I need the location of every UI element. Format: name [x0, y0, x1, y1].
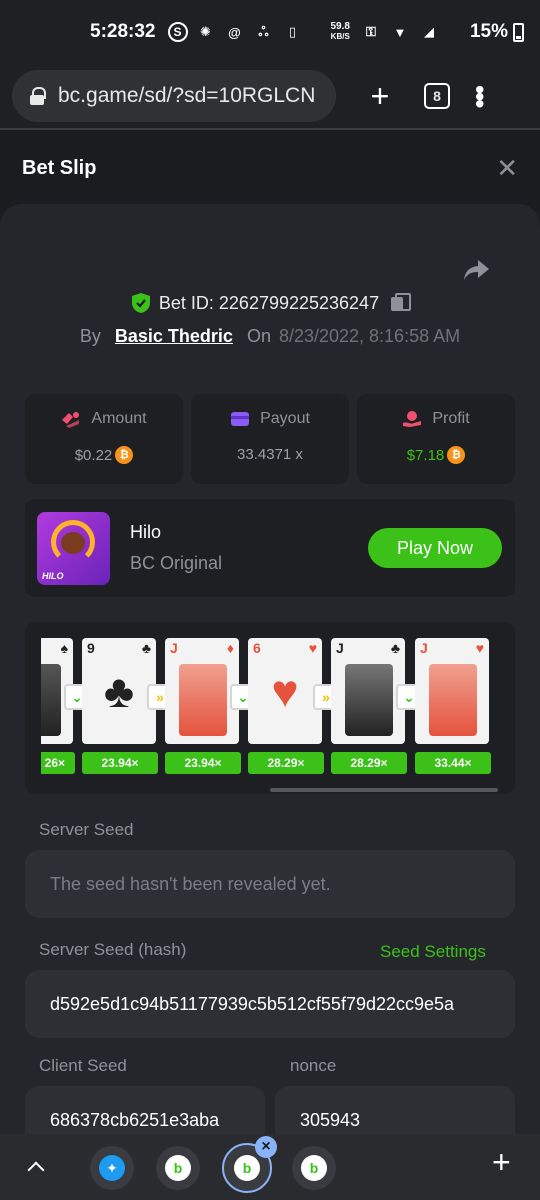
user-link[interactable]: Basic Thedric [115, 326, 233, 347]
bet-id: Bet ID: 2262799225236247 [158, 292, 380, 313]
playing-card: 9 ♣ ♣ [82, 638, 156, 744]
game-provider: BC Original [130, 553, 223, 573]
game-name: Hilo [130, 522, 162, 542]
amount-value: $0.22 [74, 446, 113, 464]
twitter-icon: ✦ [99, 1155, 125, 1181]
bet-slip-header: Bet Slip ✕ [0, 132, 540, 204]
profit-value: $7.18 [406, 446, 445, 464]
multiplier-badge: 28.29× [248, 752, 324, 774]
playing-card: J ♣ [331, 638, 405, 744]
nonce-field[interactable]: 305943 [275, 1086, 515, 1134]
server-seed-hash-field[interactable]: d592e5d1c94b51177939c5b512cf55f79d22cc9e… [25, 970, 515, 1038]
wifi-icon: ▼ [393, 24, 407, 40]
tab-bcgame[interactable]: b [156, 1146, 200, 1190]
playing-card: J ♦ [165, 638, 239, 744]
clock: 5:28:32 [90, 21, 156, 42]
amount-stat: Amount $0.22 ₿ [25, 394, 183, 484]
btc-coin-icon: ₿ [115, 446, 134, 464]
bet-slip-panel: Bet ID: 2262799225236247 By Basic Thedri… [0, 204, 540, 1134]
profit-stat: Profit $7.18 ₿ [357, 394, 515, 484]
playing-card: J ♥ [415, 638, 489, 744]
page-title: Bet Slip [22, 156, 97, 179]
seed-settings-link[interactable]: Seed Settings [380, 942, 486, 962]
hilo-thumbnail[interactable]: HILO [37, 511, 110, 585]
by-label: By [79, 326, 101, 346]
multiplier-badge: 23.94× [82, 752, 158, 774]
bet-id-row: Bet ID: 2262799225236247 [0, 292, 540, 314]
profit-icon [403, 411, 422, 427]
shield-check-icon [131, 293, 150, 313]
bet-stats: Amount $0.22 ₿ Payout 33.4371 x Profit $… [25, 394, 515, 484]
payout-label: Payout [260, 410, 310, 427]
multiplier-badge: 26× [41, 752, 75, 774]
server-seed-field[interactable]: The seed hasn't been revealed yet. [25, 850, 515, 918]
multiplier-badge: 28.29× [331, 752, 407, 774]
lock-icon [30, 87, 46, 105]
wallet-icon [231, 412, 250, 426]
sync-icon: ✺ [200, 24, 211, 39]
clip-icon: @ [228, 24, 241, 40]
skype-icon: S [167, 22, 188, 42]
key-icon: ⚿ [366, 24, 376, 39]
hidden-icon: ஃ [258, 23, 269, 39]
server-seed-label: Server Seed [39, 820, 134, 839]
copy-icon[interactable] [391, 293, 412, 313]
play-now-button[interactable]: Play Now [368, 528, 502, 568]
add-tab-button[interactable]: + [492, 1144, 511, 1181]
payout-stat: Payout 33.4371 x [191, 394, 349, 484]
game-card: HILO Hilo BC Original Play Now [25, 499, 515, 597]
close-tab-icon[interactable]: × [255, 1136, 277, 1158]
battery-percent: 15% [469, 21, 508, 42]
share-icon[interactable] [462, 258, 490, 282]
cards-track: ♠ ⌄ 9 ♣ ♣ » J ♦ ⌄ 6 ♥ ♥ » J ♣ ⌄ J ♥ 26× … [41, 638, 501, 778]
bcgame-icon: b [301, 1155, 327, 1181]
chevron-up-icon[interactable] [26, 1157, 46, 1177]
amount-label: Amount [91, 410, 147, 427]
cards-history[interactable]: ♠ ⌄ 9 ♣ ♣ » J ♦ ⌄ 6 ♥ ♥ » J ♣ ⌄ J ♥ 26× … [25, 622, 515, 794]
client-seed-label: Client Seed [39, 1056, 127, 1075]
btc-coin-icon: ₿ [447, 446, 466, 464]
address-bar[interactable]: bc.game/sd/?sd=10RGLCN [12, 70, 336, 122]
status-bar: 5:28:32 S ✺ @ ஃ ▯ 59.8 KB/S ⚿ ▼ ◢ 15% [0, 0, 540, 64]
nonce-label: nonce [290, 1056, 337, 1075]
profit-label: Profit [432, 410, 470, 427]
bcgame-icon: b [165, 1155, 191, 1181]
alert-icon: ▯ [288, 24, 297, 39]
tab-switcher-button[interactable]: 8 [424, 83, 450, 109]
signal-icon: ◢ [423, 24, 434, 39]
url-text: bc.game/sd/?sd=10RGLCN [58, 84, 316, 107]
tab-bcgame[interactable]: b [292, 1146, 336, 1190]
multiplier-badge: 33.44× [415, 752, 491, 774]
multiplier-badge: 23.94× [165, 752, 241, 774]
tab-twitter[interactable]: ✦ [90, 1146, 134, 1190]
browser-toolbar: bc.game/sd/?sd=10RGLCN + 8 ••• [0, 64, 540, 130]
bettor-row: By Basic Thedric On 8/23/2022, 8:16:58 A… [0, 326, 540, 347]
on-label: On [246, 326, 271, 346]
server-seed-hash-label: Server Seed (hash) [39, 940, 187, 959]
bet-date: 8/23/2022, 8:16:58 AM [278, 326, 461, 346]
new-tab-button[interactable]: + [358, 78, 402, 115]
horizontal-scrollbar[interactable] [270, 788, 498, 792]
browser-menu-button[interactable]: ••• [465, 85, 520, 106]
playing-card: 6 ♥ ♥ [248, 638, 322, 744]
thumbnail-label: HILO [42, 570, 64, 581]
battery-icon [513, 22, 524, 42]
payout-value: 33.4371 x [237, 446, 303, 463]
network-speed: 59.8 KB/S [330, 21, 350, 42]
close-button[interactable]: ✕ [496, 153, 518, 184]
amount-icon [62, 412, 80, 428]
bcgame-icon: b [234, 1155, 260, 1181]
client-seed-field[interactable]: 686378cb6251e3aba [25, 1086, 265, 1134]
